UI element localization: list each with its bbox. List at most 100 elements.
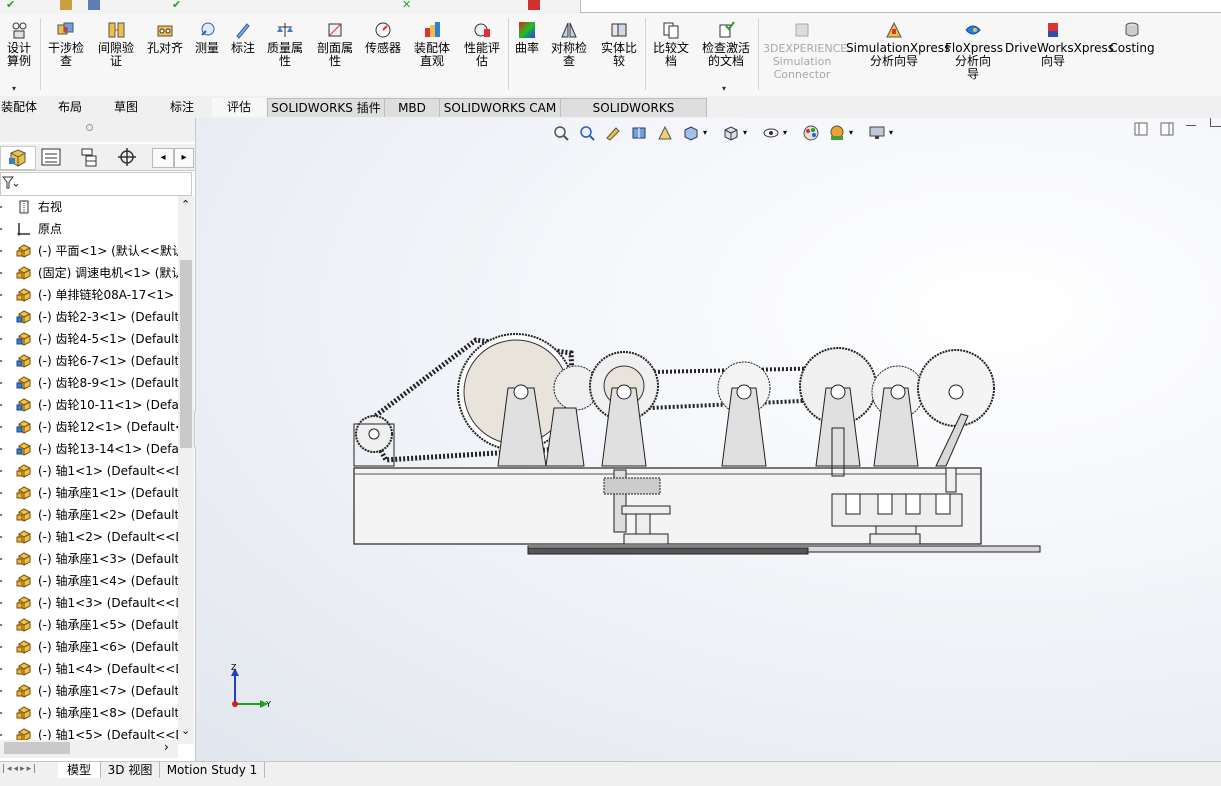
save-icon[interactable] xyxy=(88,0,100,10)
dimxpert-tab-icon[interactable] xyxy=(110,146,144,168)
previous-view-icon[interactable] xyxy=(604,124,622,142)
tree-item-label: (-) 轴承座1<7> (Default< xyxy=(38,684,178,698)
costing-label: Costing xyxy=(1109,41,1155,55)
tab-sketch[interactable]: 草图 xyxy=(102,98,150,117)
check-active-doc-icon xyxy=(719,21,735,38)
tree-filter-input[interactable] xyxy=(0,172,192,196)
chevron-down-icon[interactable]: ▾ xyxy=(743,128,747,137)
zoom-to-area-icon[interactable] xyxy=(578,124,596,142)
configuration-manager-tab-icon[interactable] xyxy=(72,146,106,168)
part-blue-icon xyxy=(16,309,32,325)
restore-icon[interactable] xyxy=(1210,118,1221,127)
dynamic-annotation-icon[interactable] xyxy=(656,124,674,142)
tile-right-icon[interactable] xyxy=(1160,122,1174,136)
part-blue-icon xyxy=(16,397,32,413)
tree-indent-dot xyxy=(0,646,2,648)
chevron-down-icon[interactable]: ▾ xyxy=(722,82,726,95)
curvature-button[interactable]: 曲率 xyxy=(511,20,543,55)
sensor-button[interactable]: 传感器 xyxy=(361,20,405,55)
design-study-button[interactable]: 设计算例 ▾ xyxy=(0,20,38,93)
view-orientation-icon[interactable] xyxy=(682,124,700,142)
tab-solidworks-cam[interactable]: SOLIDWORKS CAM xyxy=(439,98,561,117)
tab-3d-view[interactable]: 3D 视图 xyxy=(101,762,160,778)
feature-manager-tab-icon[interactable] xyxy=(0,146,36,170)
display-style-icon[interactable] xyxy=(722,124,740,142)
rebuild-icon[interactable]: ✔ xyxy=(172,0,184,10)
tree-item-label: (-) 单排链轮08A-17<1> ( xyxy=(38,288,178,302)
sensor-label: 传感器 xyxy=(364,41,401,55)
section-view-icon[interactable] xyxy=(630,124,648,142)
tab-markup[interactable]: 标注 xyxy=(158,98,206,117)
tab-solidworks-addins[interactable]: SOLIDWORKS 插件 xyxy=(267,98,385,117)
tabs-scroll-left-button[interactable]: ◂ xyxy=(152,148,174,168)
view-settings-icon[interactable] xyxy=(868,124,886,142)
floxpress-button[interactable]: FloXpress 分析向导 xyxy=(945,20,1003,81)
hole-align-label: 孔对齐 xyxy=(146,41,183,55)
apply-scene-icon[interactable] xyxy=(828,124,846,142)
hide-show-items-icon[interactable] xyxy=(762,124,780,142)
tree-item-label: (-) 齿轮12<1> (Default< xyxy=(38,420,178,434)
tab-mbd[interactable]: MBD xyxy=(384,98,440,117)
assembly-visual-button[interactable]: 装配体直观 xyxy=(410,20,454,68)
tree-scroll-thumb[interactable] xyxy=(180,260,192,448)
tab-assembly[interactable]: 装配体 xyxy=(0,98,38,117)
clearance-button[interactable]: 间隙验证 xyxy=(93,20,139,68)
search-box[interactable] xyxy=(580,0,1221,13)
panel-grip-icon[interactable] xyxy=(86,124,93,131)
tree-indent-dot xyxy=(0,294,2,296)
status-bar xyxy=(0,778,1221,786)
tree-item-label: (-) 齿轮10-11<1> (Defau xyxy=(38,398,178,412)
close-icon[interactable]: ✕ xyxy=(402,0,414,10)
tree-item-label: (-) 轴1<2> (Default<<De xyxy=(38,530,178,544)
compare-docs-button[interactable]: 比较文档 xyxy=(648,20,694,68)
graphics-area[interactable]: ▾ ▾ ▾ ▾ ▾ Z Y xyxy=(196,118,1221,761)
tile-left-icon[interactable] xyxy=(1134,122,1148,136)
zoom-to-fit-icon[interactable] xyxy=(552,124,570,142)
chevron-down-icon[interactable]: ▾ xyxy=(703,128,707,137)
compare-geom-button[interactable]: 实体比较 xyxy=(596,20,642,68)
check-active-doc-button[interactable]: 检查激活的文档 ▾ xyxy=(698,20,754,93)
stop-icon[interactable] xyxy=(528,0,540,10)
tree-indent-dot xyxy=(0,228,2,230)
hole-align-button[interactable]: 孔对齐 xyxy=(143,20,187,55)
tab-layout[interactable]: 布局 xyxy=(46,98,94,117)
property-manager-tab-icon[interactable] xyxy=(34,146,68,168)
tab-evaluate[interactable]: 评估 xyxy=(212,98,266,117)
minimize-icon[interactable] xyxy=(1186,124,1196,126)
chevron-down-icon[interactable]: ▾ xyxy=(889,128,893,137)
driveworksxpress-button[interactable]: DriveWorksXpress 向导 xyxy=(1005,20,1114,68)
interference-icon xyxy=(57,22,74,35)
mass-props-label: 质量属性 xyxy=(266,41,303,68)
tree-hscroll-thumb[interactable] xyxy=(4,742,70,754)
scroll-right-icon[interactable]: › xyxy=(164,740,169,754)
edit-appearance-icon[interactable] xyxy=(802,124,820,142)
tab-navigation-icons[interactable]: |◂◂▸▸| xyxy=(2,764,38,774)
part-yellow-icon xyxy=(16,617,32,633)
markup-button[interactable]: 标注 xyxy=(226,20,260,55)
symmetry-button[interactable]: 对称检查 xyxy=(546,20,592,68)
tab-model[interactable]: 模型 xyxy=(58,762,101,778)
simulationxpress-button[interactable]: SimulationXpress 分析向导 xyxy=(846,20,950,68)
mass-props-button[interactable]: 质量属性 xyxy=(263,20,307,68)
view-triad: Z Y xyxy=(231,663,271,709)
tabs-scroll-right-button[interactable]: ▸ xyxy=(174,148,194,168)
tab-solidworks-inspection[interactable]: SOLIDWORKS Inspection xyxy=(560,98,707,134)
costing-button[interactable]: Costing xyxy=(1106,20,1158,55)
tree-indent-dot xyxy=(0,536,2,538)
chevron-down-icon[interactable]: ▾ xyxy=(849,128,853,137)
cad-model[interactable] xyxy=(346,328,1046,578)
chevron-down-icon[interactable]: ▾ xyxy=(783,128,787,137)
perf-eval-button[interactable]: 性能评估 xyxy=(460,20,504,68)
file-icon[interactable] xyxy=(60,0,72,10)
part-yellow-icon xyxy=(16,661,32,677)
tab-motion-study-1[interactable]: Motion Study 1 xyxy=(160,762,265,778)
markup-label: 标注 xyxy=(230,41,255,55)
check-icon[interactable]: ✔ xyxy=(6,0,18,10)
interference-button[interactable]: 干涉检查 xyxy=(44,20,88,68)
section-props-button[interactable]: 剖面属性 xyxy=(312,20,358,68)
compare-docs-icon xyxy=(663,22,679,39)
chevron-down-icon[interactable]: ▾ xyxy=(12,82,16,95)
scroll-down-icon[interactable]: ⌄ xyxy=(181,724,190,737)
measure-button[interactable]: 测量 xyxy=(190,20,224,55)
scroll-up-icon[interactable]: ⌃ xyxy=(181,198,190,211)
